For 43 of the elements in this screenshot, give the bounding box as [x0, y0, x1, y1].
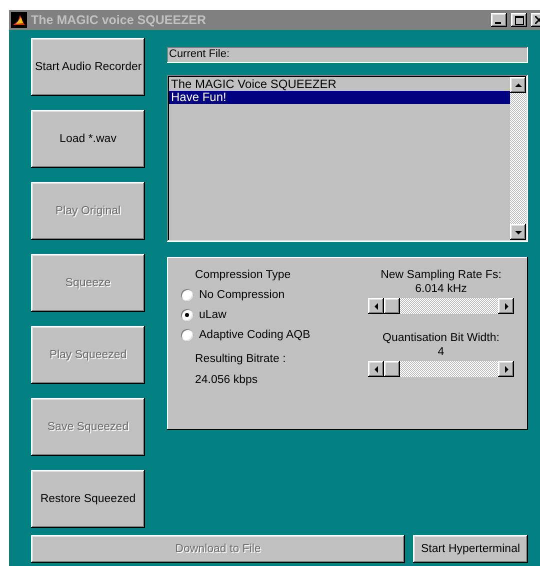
bitrate-label: Resulting Bitrate : — [195, 353, 287, 365]
minimize-button[interactable] — [491, 13, 507, 27]
list-item[interactable]: Have Fun! — [169, 91, 510, 104]
right-triangle-icon — [502, 366, 510, 372]
bitrate-value: 24.056 kbps — [195, 374, 259, 386]
action-button[interactable]: Start Audio Recorder — [31, 38, 145, 96]
slider-right-button[interactable] — [498, 298, 514, 314]
scrollbar[interactable] — [510, 77, 526, 240]
compression-type-label: Compression Type — [195, 269, 292, 281]
slider-right-button[interactable] — [498, 361, 514, 377]
maximize-icon — [514, 16, 524, 24]
slider-left-button[interactable] — [368, 361, 384, 377]
slider-label: New Sampling Rate Fs: — [380, 269, 502, 281]
slider[interactable] — [368, 298, 514, 314]
window-title: The MAGIC voice SQUEEZER — [31, 13, 208, 27]
up-triangle-icon — [514, 82, 522, 88]
slider-reading: 4 — [438, 346, 444, 358]
left-triangle-icon — [372, 302, 380, 310]
message-list[interactable]: The MAGIC Voice SQUEEZER Have Fun! — [167, 75, 528, 242]
app-logo-icon — [11, 12, 27, 28]
action-button[interactable]: Load *.wav — [31, 110, 145, 168]
scroll-up-button[interactable] — [510, 77, 526, 93]
radio-label: Adaptive Coding AQB — [199, 329, 310, 341]
slider-thumb[interactable] — [384, 298, 400, 314]
scroll-down-button[interactable] — [510, 224, 526, 240]
maximize-button[interactable] — [511, 13, 527, 27]
current-file-label: Current File: — [167, 47, 528, 63]
radio-button[interactable] — [181, 329, 193, 341]
radio-label: No Compression — [199, 289, 285, 301]
radio-label: uLaw — [199, 309, 226, 321]
down-triangle-icon — [514, 228, 522, 236]
slider-left-button[interactable] — [368, 298, 384, 314]
radio-button[interactable] — [181, 289, 193, 301]
action-button[interactable]: Restore Squeezed — [31, 470, 145, 528]
slider-label: Quantisation Bit Width: — [382, 332, 500, 344]
slider-thumb[interactable] — [384, 361, 400, 377]
slider[interactable] — [368, 361, 514, 377]
slider-reading: 6.014 kHz — [415, 283, 467, 295]
list-item[interactable]: The MAGIC Voice SQUEEZER — [169, 78, 510, 91]
left-triangle-icon — [372, 366, 380, 372]
right-triangle-icon — [502, 302, 510, 310]
radio-button[interactable] — [181, 309, 193, 321]
action-button[interactable]: Start Hyperterminal — [413, 535, 528, 563]
